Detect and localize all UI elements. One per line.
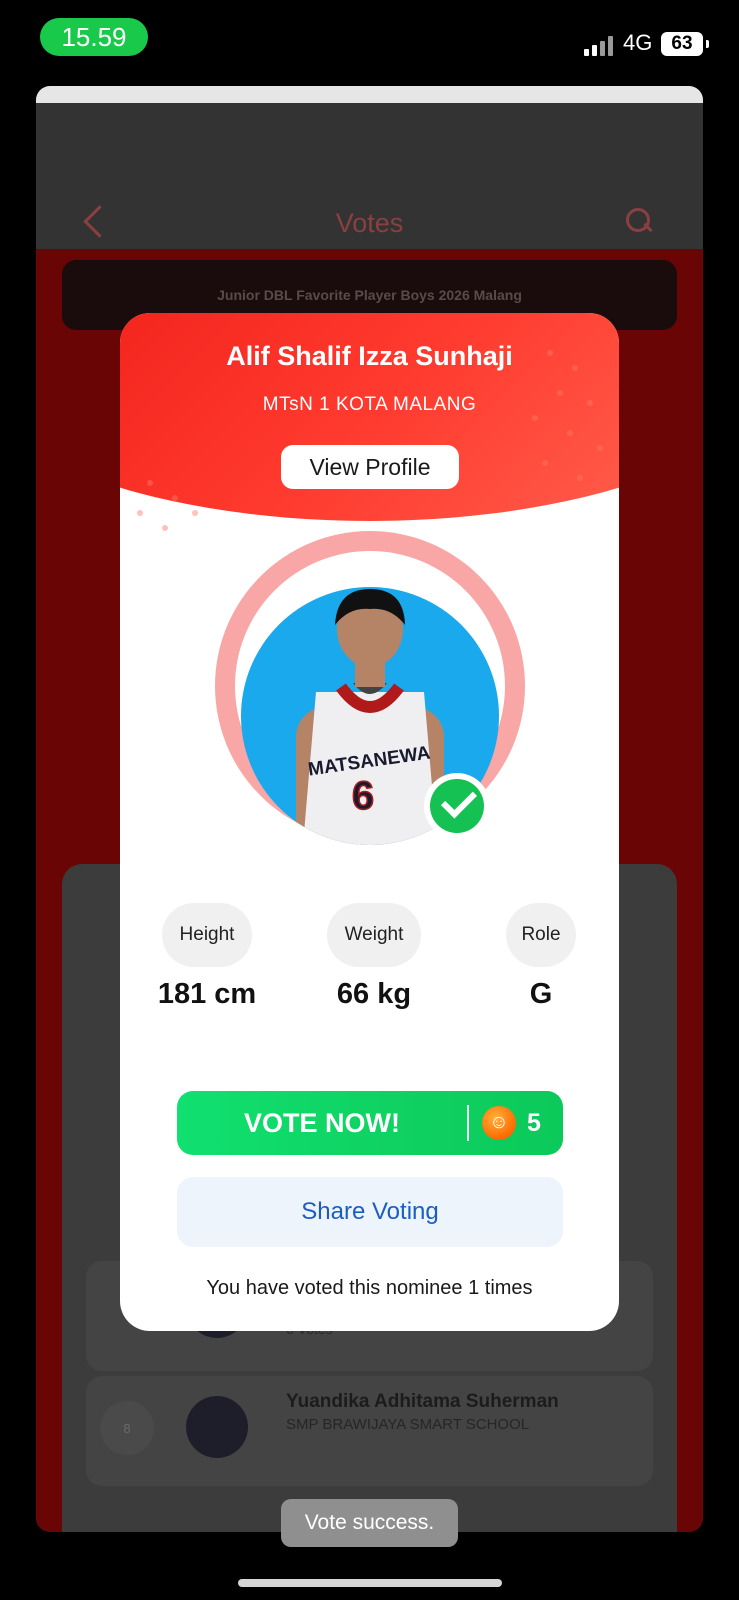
signal-icon bbox=[584, 34, 616, 56]
vote-divider bbox=[467, 1105, 469, 1141]
window-top-bar bbox=[36, 86, 703, 103]
stat-weight-label: Weight bbox=[327, 903, 421, 967]
coin-icon: ☺ bbox=[482, 1106, 516, 1140]
nominee-modal: MATSANEWA 6 Alif Shalif Izza Sunhaji MTs… bbox=[120, 313, 619, 1331]
nominee-name: Yuandika Adhitama Suherman bbox=[286, 1391, 559, 1412]
battery-icon: 63 bbox=[661, 32, 703, 56]
vote-success-toast: Vote success. bbox=[281, 1499, 458, 1547]
player-school: MTsN 1 KOTA MALANG bbox=[262, 394, 477, 415]
status-time: 15.59 bbox=[40, 18, 148, 56]
network-type: 4G bbox=[623, 30, 653, 55]
stat-height-value: 181 cm bbox=[157, 978, 257, 1010]
nominee-rank: 8 bbox=[100, 1401, 154, 1455]
nominee-school: SMP BRAWIJAYA SMART SCHOOL bbox=[286, 1416, 530, 1433]
share-voting-button[interactable]: Share Voting bbox=[177, 1177, 563, 1247]
vote-now-button[interactable]: VOTE NOW! ☺ 5 bbox=[177, 1091, 563, 1155]
nominee-avatar bbox=[186, 1396, 248, 1458]
vote-cost: 5 bbox=[527, 1108, 541, 1137]
stat-weight-value: 66 kg bbox=[336, 978, 412, 1010]
stat-height-label: Height bbox=[162, 903, 252, 967]
home-indicator[interactable] bbox=[238, 1579, 502, 1587]
stat-role-value: G bbox=[529, 978, 553, 1010]
battery-tip bbox=[706, 40, 709, 48]
stat-role-label: Role bbox=[506, 903, 576, 967]
jersey-number: 6 bbox=[352, 774, 374, 818]
player-name: Alif Shalif Izza Sunhaji bbox=[226, 341, 513, 371]
view-profile-button[interactable]: View Profile bbox=[281, 445, 459, 489]
page-title: Votes bbox=[335, 208, 404, 238]
voted-count-message: You have voted this nominee 1 times bbox=[206, 1277, 533, 1299]
vote-now-label: VOTE NOW! bbox=[244, 1107, 400, 1138]
